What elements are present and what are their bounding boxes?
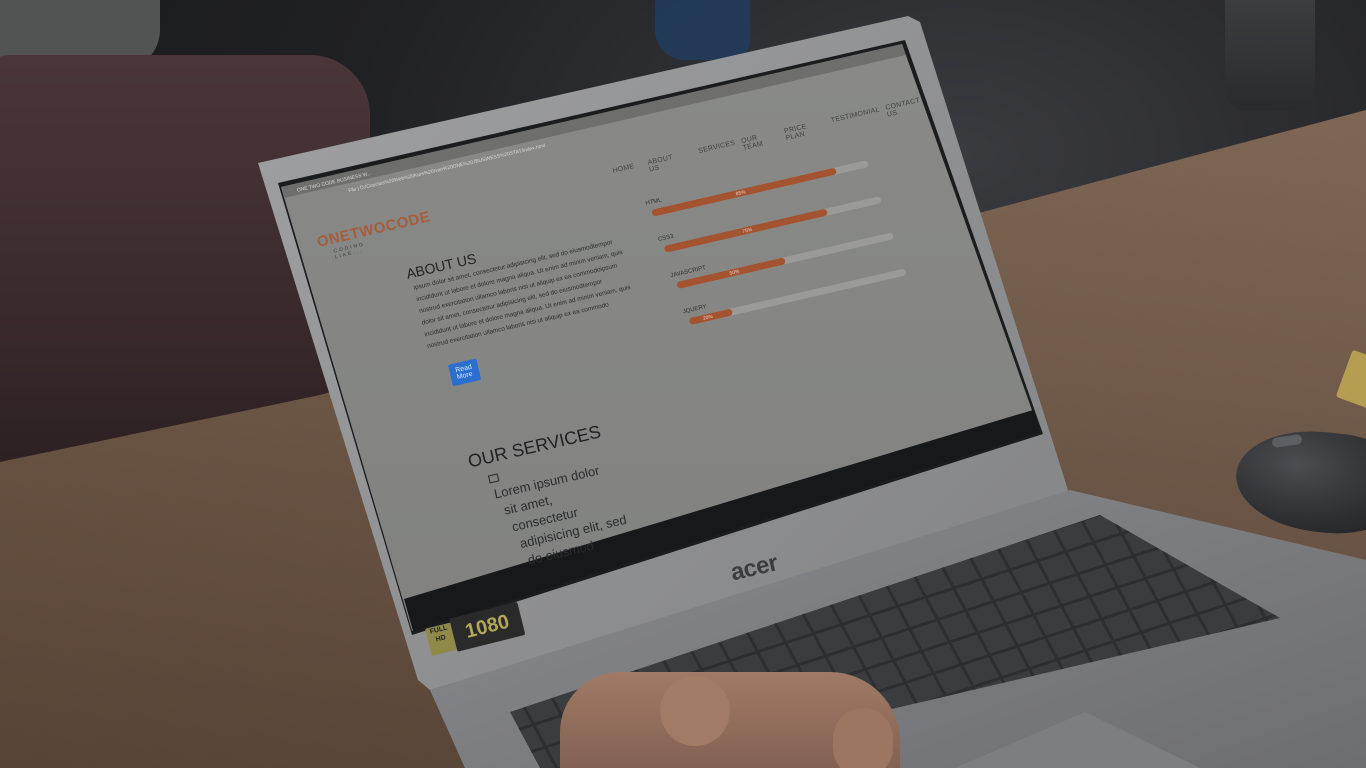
cup bbox=[1225, 0, 1315, 110]
background-object bbox=[655, 0, 750, 60]
photo-scene: ONE TWO CODE BUSINESS W... File | D:/Cou… bbox=[0, 0, 1366, 768]
finger bbox=[660, 676, 730, 746]
finger bbox=[833, 708, 893, 768]
